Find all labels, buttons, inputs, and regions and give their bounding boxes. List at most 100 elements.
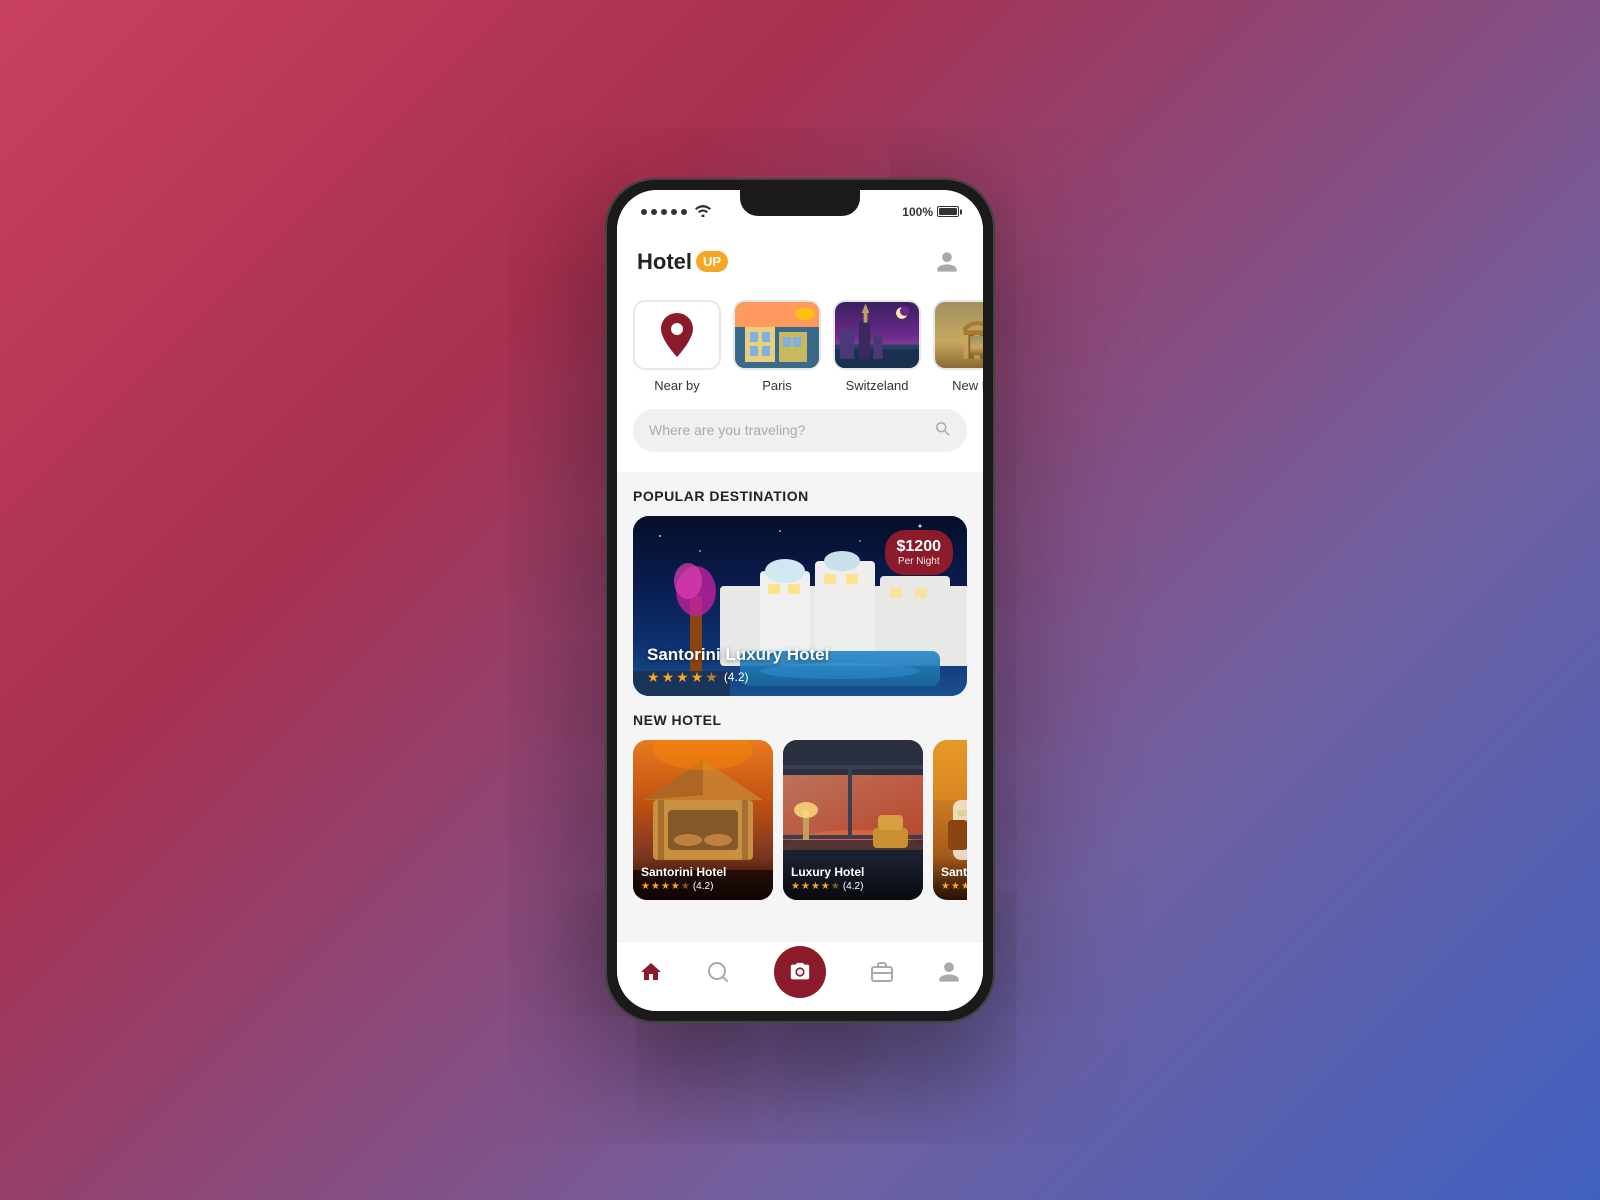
hc-star-1: ★ (641, 881, 650, 892)
s3-star-2: ★ (951, 881, 960, 892)
search-section: Where are you traveling? (617, 409, 983, 472)
nav-bookings[interactable] (870, 960, 894, 984)
nearby-thumb (633, 300, 721, 370)
logo-badge: UP (696, 251, 728, 272)
location-chips-row[interactable]: Near by (617, 290, 983, 409)
lh-star-2: ★ (801, 881, 810, 892)
hotel-cards-row: Santorini Hotel ★ ★ ★ ★ ★ (4.2) (633, 740, 967, 900)
popular-destination-card[interactable]: $1200 Per Night Santorini Luxury Hotel ★… (633, 516, 967, 696)
battery-area: 100% (902, 205, 959, 219)
s3-star-3: ★ (961, 881, 967, 892)
newdelhi-image (935, 300, 983, 370)
paris-scene (735, 302, 819, 368)
paris-label: Paris (762, 378, 792, 393)
santori3-hotel-stars: ★ ★ ★ ★ ★ (941, 881, 967, 892)
app-header: Hotel UP (617, 234, 983, 290)
location-pin-icon (659, 313, 695, 357)
camera-icon (789, 961, 811, 983)
location-chip-paris[interactable]: Paris (733, 300, 821, 393)
app-content[interactable]: Hotel UP Near b (617, 234, 983, 941)
luxury-hotel-rating: (4.2) (843, 881, 864, 892)
hc-star-3: ★ (661, 881, 670, 892)
luxury-hotel-name: Luxury Hotel (791, 865, 915, 879)
location-chip-newdelhi[interactable]: New D... (933, 300, 983, 393)
star-3: ★ (676, 669, 689, 686)
hotel-card-luxury[interactable]: Luxury Hotel ★ ★ ★ ★ ★ (4.2) (783, 740, 923, 900)
star-4: ★ (691, 669, 704, 686)
battery-fill (939, 208, 957, 215)
phone-screen: 100% Hotel UP (617, 190, 983, 1011)
star-2: ★ (662, 669, 675, 686)
newdelhi-thumb (933, 300, 983, 370)
search-bar[interactable]: Where are you traveling? (633, 409, 967, 452)
signal-dot-3 (661, 209, 667, 215)
bottom-nav (617, 941, 983, 1011)
hotel-card-santori3[interactable]: Santori... ★ ★ ★ ★ ★ (933, 740, 967, 900)
user-nav-icon (937, 960, 961, 984)
battery-percentage: 100% (902, 205, 933, 219)
lh-star-3: ★ (811, 881, 820, 892)
search-icon (933, 419, 951, 442)
hc-star-2: ★ (651, 881, 660, 892)
home-icon (639, 960, 663, 984)
search-placeholder: Where are you traveling? (649, 422, 925, 438)
santori3-hotel-overlay: Santori... ★ ★ ★ ★ ★ (933, 857, 967, 900)
luxury-hotel-stars: ★ ★ ★ ★ ★ (4.2) (791, 881, 915, 892)
nearby-label: Near by (654, 378, 700, 393)
santori3-hotel-name: Santori... (941, 865, 967, 879)
lh-star-1: ★ (791, 881, 800, 892)
phone-frame: 100% Hotel UP (605, 178, 995, 1023)
switzerland-image (835, 300, 919, 370)
new-hotel-section: NEW HOTEL (617, 712, 983, 916)
hotel-card-santorini[interactable]: Santorini Hotel ★ ★ ★ ★ ★ (4.2) (633, 740, 773, 900)
battery-icon (937, 206, 959, 217)
briefcase-icon (870, 960, 894, 984)
new-hotel-title: NEW HOTEL (633, 712, 967, 728)
popular-section: POPULAR DESTINATION (617, 472, 983, 696)
location-chip-switzerland[interactable]: Switzeland (833, 300, 921, 393)
hc-star-4: ★ (671, 881, 680, 892)
lh-star-4: ★ (821, 881, 830, 892)
popular-card-info: Santorini Luxury Hotel ★ ★ ★ ★ ★ (4.2) (647, 645, 829, 686)
nav-camera[interactable] (774, 946, 826, 998)
nav-search[interactable] (706, 960, 730, 984)
signal-area (641, 204, 711, 220)
signal-dot-5 (681, 209, 687, 215)
santorini-hotel-stars: ★ ★ ★ ★ ★ (4.2) (641, 881, 765, 892)
signal-dot-1 (641, 209, 647, 215)
nav-home[interactable] (639, 960, 663, 984)
signal-dot-4 (671, 209, 677, 215)
lh-star-5: ★ (831, 881, 840, 892)
logo-text: Hotel (637, 249, 692, 275)
switzerland-label: Switzeland (846, 378, 909, 393)
paris-image (735, 302, 821, 370)
hc-star-5: ★ (681, 881, 690, 892)
user-icon (935, 250, 959, 274)
switzerland-thumb (833, 300, 921, 370)
rating-text: (4.2) (724, 670, 749, 684)
camera-button[interactable] (774, 946, 826, 998)
popular-hotel-stars: ★ ★ ★ ★ ★ (4.2) (647, 669, 829, 686)
popular-hotel-name: Santorini Luxury Hotel (647, 645, 829, 665)
signal-dot-2 (651, 209, 657, 215)
star-1: ★ (647, 669, 660, 686)
santorini-hotel-overlay: Santorini Hotel ★ ★ ★ ★ ★ (4.2) (633, 857, 773, 900)
wifi-icon (695, 204, 711, 220)
price-badge: $1200 Per Night (885, 530, 954, 575)
price-amount: $1200 (897, 538, 942, 556)
location-chip-nearby[interactable]: Near by (633, 300, 721, 393)
luxury-hotel-overlay: Luxury Hotel ★ ★ ★ ★ ★ (4.2) (783, 857, 923, 900)
app-logo: Hotel UP (637, 249, 728, 275)
santorini-hotel-name: Santorini Hotel (641, 865, 765, 879)
popular-section-title: POPULAR DESTINATION (633, 488, 967, 504)
star-half: ★ (705, 669, 718, 686)
status-bar: 100% (617, 190, 983, 234)
notch (740, 190, 860, 216)
profile-button[interactable] (931, 246, 963, 278)
search-nav-icon (706, 960, 730, 984)
s3-star-1: ★ (941, 881, 950, 892)
nav-profile[interactable] (937, 960, 961, 984)
newdelhi-label: New D... (952, 378, 983, 393)
paris-thumb (733, 300, 821, 370)
santorini-hotel-rating: (4.2) (693, 881, 714, 892)
